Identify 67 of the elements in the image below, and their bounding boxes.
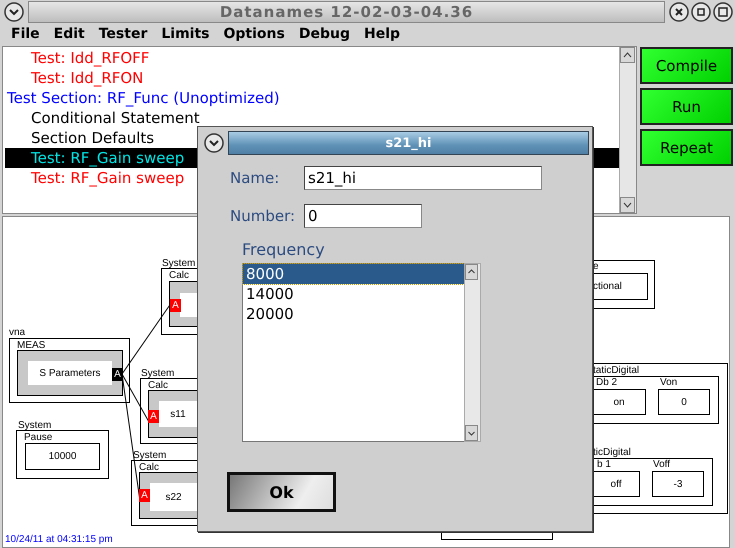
menu-item[interactable]: Edit — [46, 26, 92, 42]
menu-item[interactable]: Help — [356, 26, 408, 42]
port-badge: A — [170, 299, 181, 312]
menu-icon[interactable] — [4, 2, 24, 22]
field-label: Name: — [230, 169, 280, 187]
value-field: S Parameters — [28, 361, 112, 385]
block-type-label: Calc — [148, 381, 168, 391]
tree-item[interactable]: Conditional Statement — [3, 108, 200, 128]
list-label: Frequency — [242, 240, 326, 259]
port-badge: A — [112, 368, 123, 381]
value-field: -3 — [652, 471, 704, 497]
field-label: Db 2 — [596, 378, 618, 388]
close-icon[interactable] — [669, 2, 689, 22]
value-field — [180, 293, 197, 317]
port-badge: A — [139, 489, 150, 502]
tree-item[interactable]: Test: Idd_RFOFF — [3, 48, 150, 68]
field-label: Number: — [230, 207, 296, 225]
value-field: 10000 — [25, 443, 100, 470]
value-field: 0 — [658, 389, 710, 415]
action-button[interactable]: Run — [640, 88, 733, 125]
value-field: s11 — [159, 401, 197, 427]
action-button[interactable]: Compile — [640, 47, 733, 84]
menu-item[interactable]: Debug — [292, 26, 357, 42]
block-type-label: Calc — [169, 271, 190, 281]
list-item[interactable]: 20000 — [243, 304, 464, 324]
block-group-label: System — [162, 259, 196, 269]
block-type-label: Pause — [24, 433, 52, 443]
window-title: Datanames 12-02-03-04.36 — [28, 1, 665, 23]
list-item[interactable]: 14000 — [243, 284, 464, 304]
dialog-title: s21_hi — [228, 131, 589, 155]
block-type-label: taticDigital — [593, 366, 640, 376]
tree-item[interactable]: Test: Idd_RFON — [3, 68, 144, 88]
value-field: on — [593, 389, 646, 415]
menu-icon[interactable] — [204, 133, 224, 153]
list-item[interactable]: 8000 — [243, 264, 464, 284]
block-group-label: vna — [9, 328, 26, 338]
tree-item[interactable]: Test Section: RF_Func (Unoptimized) — [3, 88, 280, 108]
scroll-down-icon[interactable] — [620, 197, 635, 213]
block-group-label: System — [141, 369, 174, 379]
timestamp: 10/24/11 at 04:31:15 pm — [5, 534, 113, 545]
value-field: off — [593, 471, 640, 497]
restore-icon[interactable] — [713, 2, 733, 22]
value-field: s22 — [150, 483, 197, 511]
menu-item[interactable]: Tester — [92, 26, 154, 42]
tree-item[interactable]: Test: RF_Gain sweep — [3, 168, 184, 188]
field-label: b 1 — [597, 460, 611, 470]
block-group-label: System — [18, 421, 52, 431]
block-type-label: ticDigital — [593, 448, 631, 458]
tree-item[interactable]: Test: RF_Gain sweep — [31, 148, 184, 168]
ok-button[interactable]: Ok — [227, 472, 336, 512]
input-field[interactable]: s21_hi — [304, 166, 542, 190]
port-badge: A — [148, 410, 159, 423]
tree-item[interactable]: Section Defaults — [3, 128, 154, 148]
scroll-up-icon[interactable] — [465, 264, 478, 280]
field-label: Voff — [653, 460, 670, 470]
block-type-label: Calc — [139, 463, 160, 473]
input-field[interactable]: 0 — [304, 204, 422, 228]
menu-item[interactable]: Options — [216, 26, 292, 42]
scroll-up-icon[interactable] — [620, 47, 635, 63]
field-label: Von — [660, 378, 678, 388]
scroll-down-icon[interactable] — [465, 425, 478, 441]
menu-item[interactable]: Limits — [154, 26, 216, 42]
menu-item[interactable]: File — [4, 26, 47, 42]
value-field: ctional — [593, 273, 648, 300]
maximize-icon[interactable] — [691, 2, 711, 22]
action-button[interactable]: Repeat — [640, 129, 733, 166]
block-type-label: MEAS — [17, 341, 46, 351]
